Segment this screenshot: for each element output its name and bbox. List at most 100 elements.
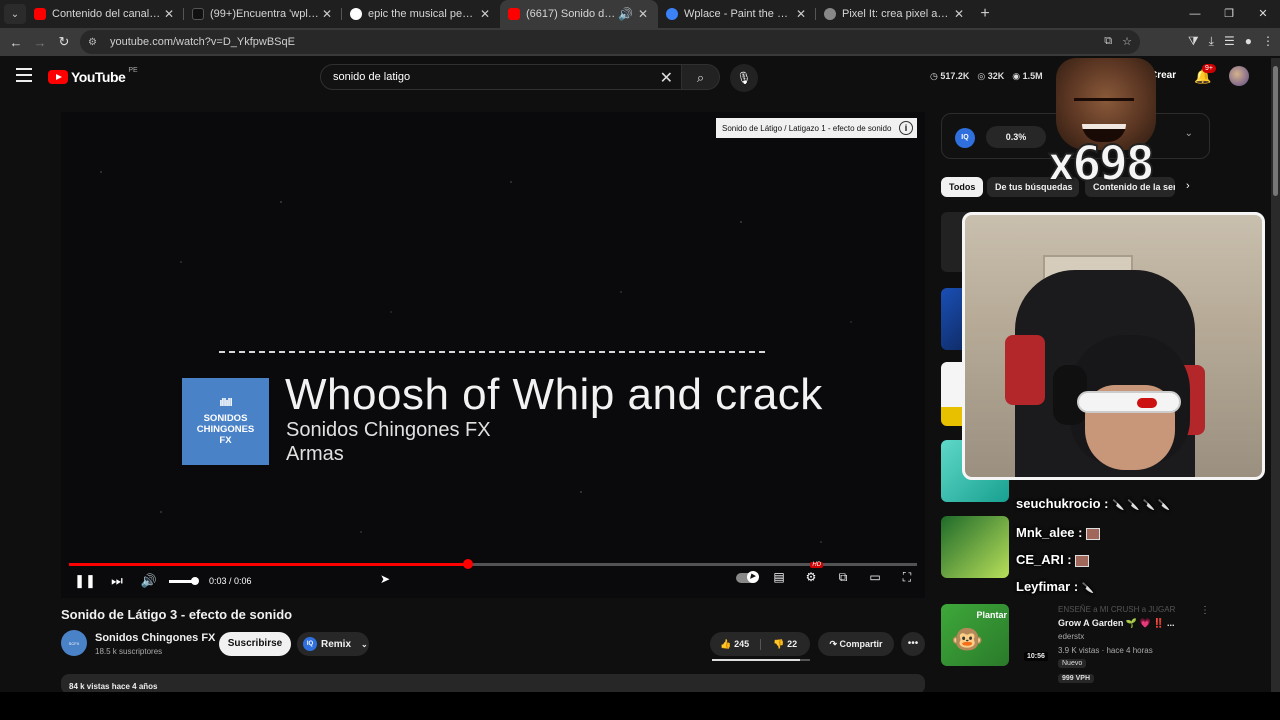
rec-channel-name[interactable]: ederstx (1058, 632, 1084, 641)
meme-face-overlay: x698 (1047, 58, 1160, 193)
youtube-play-icon (48, 70, 68, 84)
channel-avatar[interactable]: SCFX (61, 630, 87, 656)
country-code: PE (128, 66, 138, 74)
mouse-cursor-icon: ➤ (380, 572, 391, 586)
bookmark-star-icon[interactable]: ☆ (1122, 35, 1132, 48)
theater-mode-icon[interactable]: ▭ (863, 570, 887, 585)
search-input[interactable]: sonido de latigo ✕ (320, 64, 682, 90)
hamburger-menu-icon[interactable] (16, 68, 32, 82)
dashed-divider (219, 351, 765, 353)
dislike-button[interactable]: 👎 22 (761, 639, 811, 650)
chevron-right-icon[interactable]: › (1186, 180, 1190, 192)
globe-favicon-icon (824, 8, 836, 20)
volume-icon[interactable]: 🔊 (133, 573, 165, 589)
browser-tab[interactable]: Pixel It: crea pixel art a partir de imá… (816, 0, 974, 28)
like-button[interactable]: 👍 245 (710, 638, 761, 650)
download-icon[interactable]: ⤓ (1209, 34, 1214, 49)
iq-percent: 0.3% (986, 126, 1046, 148)
browser-tab[interactable]: Wplace - Paint the world ✕ (658, 0, 816, 28)
reading-list-icon[interactable]: ☰ (1224, 34, 1235, 49)
description-box[interactable]: 84 k vistas hace 4 años (61, 674, 925, 694)
share-button[interactable]: ↷ Compartir (818, 632, 894, 656)
info-icon[interactable]: i (899, 121, 913, 135)
time-display: 0:03 / 0:06 (209, 576, 252, 586)
info-card-text: Sonido de Látigo / Latigazo 1 - efecto d… (722, 123, 892, 133)
search-button[interactable]: ⌕ (682, 64, 720, 90)
channel-name[interactable]: Sonidos Chingones FX (95, 632, 215, 644)
like-ratio-bar (712, 659, 810, 661)
autoplay-toggle[interactable] (735, 570, 759, 585)
extension-stats: ◷ 517.2K ◎ 32K ◉ 1.5M (930, 71, 1043, 82)
close-tab-icon[interactable]: ✕ (794, 7, 808, 21)
streamer-webcam-overlay (962, 212, 1265, 480)
scrubber-handle[interactable] (462, 559, 473, 569)
remix-button[interactable]: IQ Remix ⌄ (297, 632, 369, 656)
rec-video-meta: 3.9 K vistas · hace 4 horas (1058, 646, 1153, 655)
recommended-thumbnail[interactable] (941, 516, 1009, 578)
youtube-logo[interactable]: YouTube PE (48, 66, 138, 85)
browser-tab[interactable]: epic the musical penelope - Buscar ✕ (342, 0, 500, 28)
close-tab-icon[interactable]: ✕ (162, 7, 176, 21)
video-player[interactable]: Sonido de Látigo / Latigazo 1 - efecto d… (61, 112, 925, 598)
install-app-icon[interactable]: ⧉ (1104, 35, 1112, 48)
clear-search-icon[interactable]: ✕ (660, 68, 673, 88)
fullscreen-icon[interactable]: ⛶ (895, 570, 919, 585)
site-info-icon[interactable]: ⚙ (88, 37, 102, 48)
info-card[interactable]: Sonido de Látigo / Latigazo 1 - efecto d… (716, 118, 917, 138)
next-icon[interactable]: ⏭ (101, 573, 133, 589)
browser-tab-active[interactable]: (6617) Sonido de Látigo 3 - efecto de so… (500, 0, 658, 28)
voice-search-button[interactable]: 🎙 (730, 64, 758, 92)
address-bar[interactable]: ⚙ youtube.com/watch?v=D_YkfpwBSqE ⧉ ☆ (80, 30, 1140, 54)
restore-icon[interactable]: ❐ (1212, 0, 1246, 28)
window-controls: — ❐ ✕ (1178, 0, 1280, 28)
profile-icon[interactable]: ● (1245, 34, 1252, 49)
microphone-icon: 🎙 (736, 71, 752, 85)
audio-playing-icon[interactable]: 🔊 (618, 7, 633, 21)
chevron-down-icon[interactable]: ⌄ (1185, 128, 1193, 139)
progress-bar[interactable] (69, 559, 917, 569)
sunglasses-icon (1077, 391, 1181, 413)
likes-stat: ◎ 32K (977, 71, 1005, 81)
toolbar: ← → ↻ ⚙ youtube.com/watch?v=D_YkfpwBSqE … (0, 28, 1280, 56)
browser-tab[interactable]: (99+)Encuentra 'wplace' en TikTok ✕ (184, 0, 342, 28)
logo-text: YouTube (71, 69, 126, 85)
search-icon: ⌕ (696, 70, 705, 85)
close-tab-icon[interactable]: ✕ (478, 7, 492, 21)
url-text: youtube.com/watch?v=D_YkfpwBSqE (110, 36, 295, 48)
tab-search-button[interactable]: ⌄ (4, 4, 26, 24)
forward-icon[interactable]: → (28, 35, 52, 50)
channel-logo-in-video: ıllıll SONIDOS CHINGONES FX (182, 378, 269, 465)
page-scrollbar[interactable] (1271, 58, 1280, 692)
close-tab-icon[interactable]: ✕ (636, 7, 650, 21)
miniplayer-icon[interactable]: ⧉ (831, 570, 855, 585)
browser-tab[interactable]: Contenido del canal - YouTube ✕ (26, 0, 184, 28)
more-actions-icon[interactable]: ••• (901, 632, 925, 656)
back-icon[interactable]: ← (4, 35, 28, 50)
search-value: sonido de latigo (333, 71, 411, 83)
settings-gear-icon[interactable]: ⚙ HD (799, 562, 824, 585)
subscriber-count: 18.5 k suscriptores (95, 647, 163, 656)
account-avatar[interactable] (1229, 66, 1249, 86)
recommended-thumbnail-grow-a-garden[interactable]: Plantar 🐵 (941, 604, 1009, 666)
extensions-icon[interactable]: ⧩ (1188, 34, 1199, 49)
chat-message: Mnk_alee : (1016, 519, 1170, 546)
chip-todos[interactable]: Todos (941, 177, 984, 197)
rec-more-icon[interactable]: ⋮ (1200, 605, 1210, 616)
volume-slider[interactable] (169, 576, 199, 585)
close-tab-icon[interactable]: ✕ (320, 7, 334, 21)
video-title: Sonido de Látigo 3 - efecto de sonido (61, 607, 293, 622)
reload-icon[interactable]: ↻ (52, 34, 76, 50)
members-stat: ◉ 1.5M (1012, 71, 1043, 81)
subscribe-button[interactable]: Suscribirse (219, 632, 291, 656)
chat-message: CE_ARI : (1016, 546, 1170, 573)
tab-title: Wplace - Paint the world (684, 8, 794, 20)
rec-video-title[interactable]: Grow A Garden 🌱 💗 ‼️ ... (1058, 618, 1208, 629)
close-window-icon[interactable]: ✕ (1246, 0, 1280, 28)
minimize-icon[interactable]: — (1178, 0, 1212, 28)
menu-kebab-icon[interactable]: ⋮ (1262, 34, 1274, 49)
youtube-favicon-icon (508, 8, 520, 20)
new-tab-button[interactable]: + (974, 5, 996, 23)
close-tab-icon[interactable]: ✕ (952, 7, 966, 21)
subtitles-icon[interactable]: ▤ (767, 570, 791, 585)
pause-icon[interactable]: ❚❚ (69, 573, 101, 589)
